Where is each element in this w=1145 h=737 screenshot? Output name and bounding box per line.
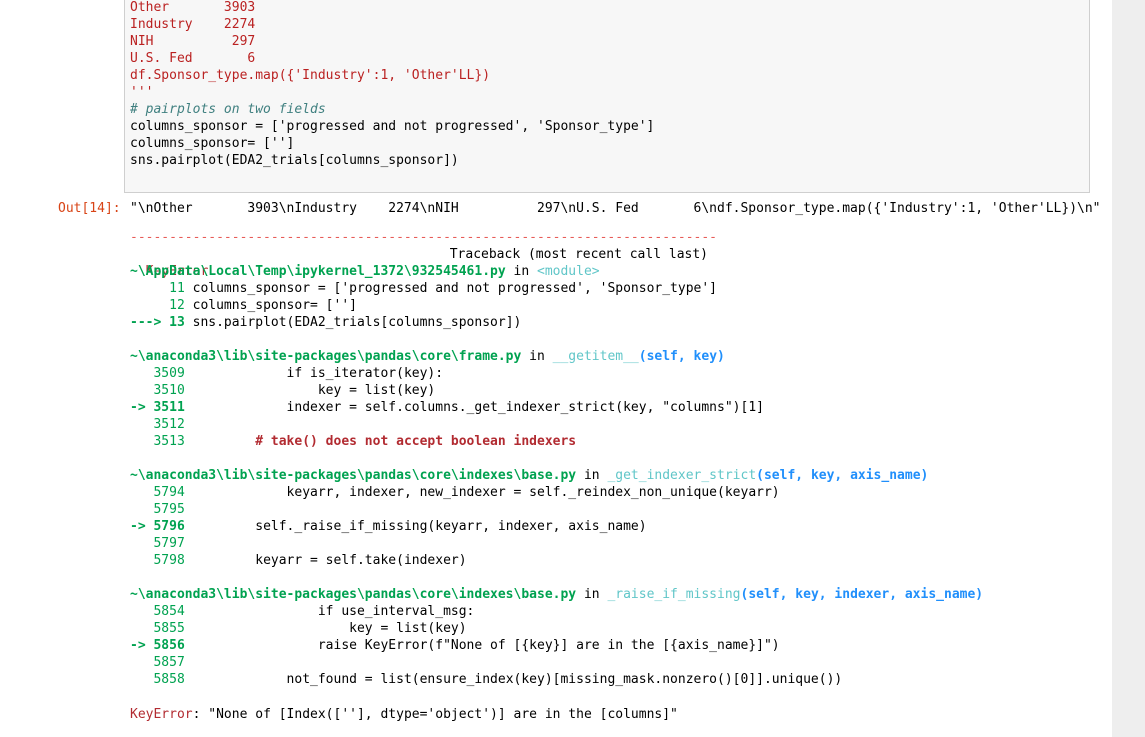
line-number: 3512 (130, 417, 193, 432)
line-number: 5797 (130, 536, 193, 551)
code-line: Other 3903 (130, 0, 256, 15)
line-code: columns_sponsor = ['progressed and not p… (192, 281, 718, 296)
traceback-code-line: 5798 keyarr = self.take(indexer) (130, 552, 467, 569)
line-number: 3510 (130, 383, 193, 398)
code-line: Industry 2274 (130, 17, 256, 32)
final-error-message: : "None of [Index([''], dtype='object')]… (192, 707, 678, 722)
line-number: 12 (130, 298, 193, 313)
line-code: keyarr = self.take(indexer) (192, 553, 467, 568)
line-number: 5798 (130, 553, 193, 568)
frame-in-keyword: in (576, 468, 608, 483)
code-line: columns_sponsor = ['progressed and not p… (130, 119, 655, 134)
code-line: columns_sponsor= [''] (130, 136, 295, 151)
frame-in-keyword: in (576, 587, 608, 602)
traceback-code-line: 3509 if is_iterator(key): (130, 365, 443, 382)
traceback-header: KeyError Traceback (most recent call las… (130, 246, 708, 279)
traceback-current-line: -> 3511 indexer = self.columns._get_inde… (130, 399, 764, 416)
frame-in-keyword: in (505, 264, 537, 279)
line-code: keyarr, indexer, new_indexer = self._rei… (192, 485, 780, 500)
line-code: key = list(key) (192, 621, 467, 636)
line-number: 5854 (130, 604, 193, 619)
traceback-code-line: 5854 if use_interval_msg: (130, 603, 474, 620)
traceback-current-line: -> 5796 self._raise_if_missing(keyarr, i… (130, 518, 647, 535)
traceback-code-line: 5797 (130, 535, 193, 552)
line-number: 5855 (130, 621, 193, 636)
frame-function: _get_indexer_strict (607, 468, 757, 483)
frame-file-path[interactable]: ~\anaconda3\lib\site-packages\pandas\cor… (130, 468, 576, 483)
line-number: 5858 (130, 672, 193, 687)
frame-function: __getitem__ (552, 349, 639, 364)
frame-in-keyword: in (521, 349, 553, 364)
output-prompt: Out[14]: (58, 201, 121, 216)
traceback-frame-header: ~\AppData\Local\Temp\ipykernel_1372\9325… (130, 263, 600, 280)
line-code: key = list(key) (192, 383, 436, 398)
frame-args: (self, key) (638, 349, 725, 364)
frame-file-path[interactable]: ~\anaconda3\lib\site-packages\pandas\cor… (130, 587, 576, 602)
output-value: "\nOther 3903\nIndustry 2274\nNIH 297\nU… (130, 201, 1101, 216)
frame-args: (self, key, axis_name) (756, 468, 929, 483)
frame-file-path[interactable]: ~\anaconda3\lib\site-packages\pandas\cor… (130, 349, 521, 364)
traceback-frame-header: ~\anaconda3\lib\site-packages\pandas\cor… (130, 586, 983, 603)
line-code: if is_iterator(key): (192, 366, 444, 381)
line-number: 11 (130, 281, 193, 296)
code-line: U.S. Fed 6 (130, 51, 256, 66)
line-arrow: -> 5796 (130, 519, 193, 534)
traceback-current-line: -> 5856 raise KeyError(f"None of [{key}]… (130, 637, 780, 654)
traceback-frame-header: ~\anaconda3\lib\site-packages\pandas\cor… (130, 467, 928, 484)
line-code: indexer = self.columns._get_indexer_stri… (192, 400, 764, 415)
traceback-code-line: 3512 (130, 416, 193, 433)
frame-args: (self, key, indexer, axis_name) (740, 587, 984, 602)
line-arrow: ---> 13 (130, 315, 193, 330)
code-line: sns.pairplot(EDA2_trials[columns_sponsor… (130, 153, 459, 168)
traceback-title: Traceback (most recent call last) (449, 247, 708, 262)
code-line: NIH 297 (130, 34, 256, 49)
final-error-line: KeyError: "None of [Index([''], dtype='o… (130, 706, 678, 723)
line-arrow: -> 5856 (130, 638, 193, 653)
frame-file-path[interactable]: ~\AppData\Local\Temp\ipykernel_1372\9325… (130, 264, 506, 279)
line-code: # take() does not accept boolean indexer… (192, 434, 577, 449)
code-input-cell[interactable]: Other 3903 Industry 2274 NIH 297 U.S. Fe… (124, 0, 1090, 193)
code-comment-line: # pairplots on two fields (130, 102, 326, 117)
traceback-code-line: 5794 keyarr, indexer, new_indexer = self… (130, 484, 780, 501)
code-line: df.Sponsor_type.map({'Industry':1, 'Othe… (130, 68, 491, 83)
code-line: ''' (130, 85, 154, 100)
line-number: 5857 (130, 655, 193, 670)
traceback-code-line: 11 columns_sponsor = ['progressed and no… (130, 280, 717, 297)
traceback-code-line: 5858 not_found = list(ensure_index(key)[… (130, 671, 842, 688)
line-number: 3513 (130, 434, 193, 449)
traceback-frame-header: ~\anaconda3\lib\site-packages\pandas\cor… (130, 348, 725, 365)
final-error-name: KeyError (130, 707, 193, 722)
frame-function: <module> (537, 264, 600, 279)
line-number: 5795 (130, 502, 193, 517)
line-code: self._raise_if_missing(keyarr, indexer, … (192, 519, 647, 534)
line-code: sns.pairplot(EDA2_trials[columns_sponsor… (192, 315, 522, 330)
traceback-code-line: 5795 (130, 501, 193, 518)
line-arrow: -> 3511 (130, 400, 193, 415)
line-code: raise KeyError(f"None of [{key}] are in … (192, 638, 780, 653)
line-number: 5794 (130, 485, 193, 500)
traceback-code-line: 12 columns_sponsor= [''] (130, 297, 357, 314)
line-number: 3509 (130, 366, 193, 381)
line-code: columns_sponsor= [''] (192, 298, 357, 313)
traceback-code-line: 3513 # take() does not accept boolean in… (130, 433, 576, 450)
traceback-code-line: 3510 key = list(key) (130, 382, 435, 399)
traceback-separator: ----------------------------------------… (130, 230, 717, 245)
traceback-current-line: ---> 13 sns.pairplot(EDA2_trials[columns… (130, 314, 521, 331)
traceback-code-line: 5857 (130, 654, 193, 671)
page-scroll-margin (1112, 0, 1145, 737)
line-code: not_found = list(ensure_index(key)[missi… (192, 672, 843, 687)
traceback-code-line: 5855 key = list(key) (130, 620, 467, 637)
frame-function: _raise_if_missing (607, 587, 741, 602)
line-code: if use_interval_msg: (192, 604, 475, 619)
